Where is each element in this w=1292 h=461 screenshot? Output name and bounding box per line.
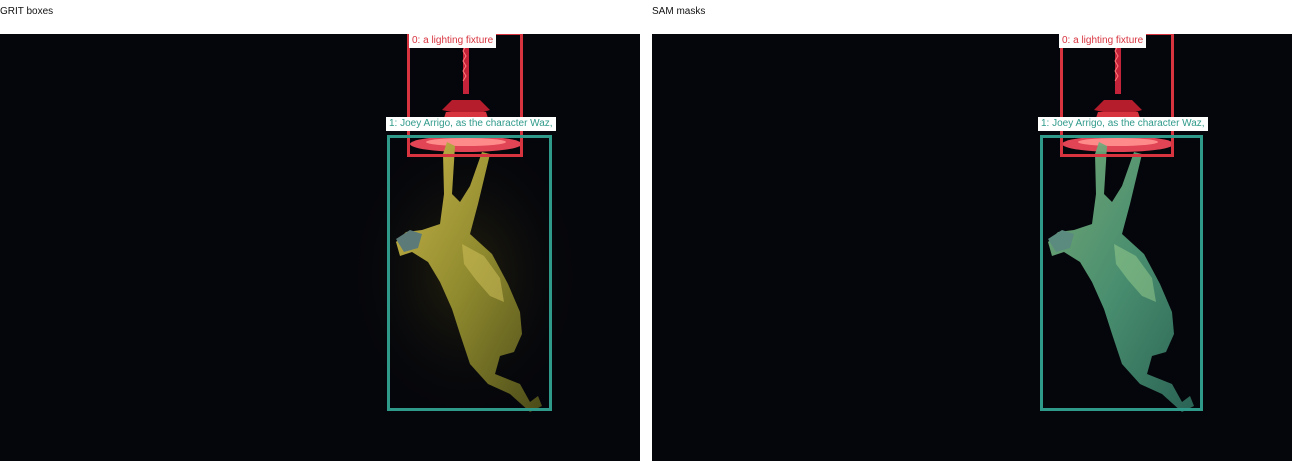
lighting-fixture-label: 0: a lighting fixture: [1059, 34, 1147, 48]
performer-label: 1: Joey Arrigo, as the character Waz,: [386, 117, 556, 131]
sam-image-panel: 0: a lighting fixture 1: Joey Arrigo, as…: [652, 34, 1292, 461]
performer-bounding-box: [1040, 135, 1203, 411]
lighting-fixture-label: 0: a lighting fixture: [409, 34, 497, 48]
performer-label: 1: Joey Arrigo, as the character Waz,: [1038, 117, 1208, 131]
sam-panel-title: SAM masks: [652, 6, 706, 17]
grit-image-panel: 0: a lighting fixture 1: Joey Arrigo, as…: [0, 34, 640, 461]
performer-bounding-box: [387, 135, 552, 411]
grit-panel-title: GRIT boxes: [0, 6, 54, 17]
